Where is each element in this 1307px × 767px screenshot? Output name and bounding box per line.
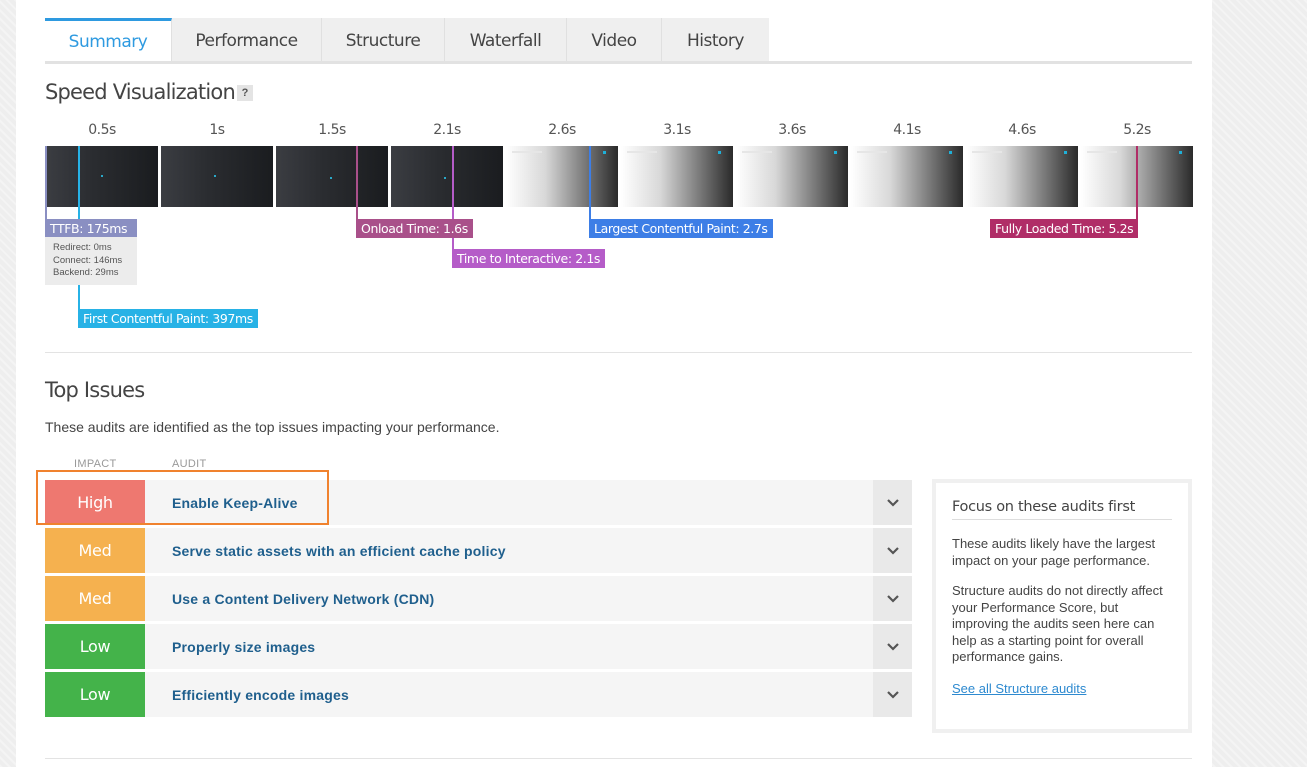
highlight-box: [36, 470, 329, 525]
section-divider: [45, 352, 1192, 353]
impact-column-header: IMPACT: [74, 458, 117, 470]
tab-underline: [45, 61, 1192, 64]
chevron-down-icon: [886, 594, 899, 603]
focus-title: Focus on these audits first: [952, 499, 1172, 520]
ttfb-detail-connect: Connect: 146ms: [53, 254, 123, 266]
impact-badge-low: Low: [45, 672, 145, 717]
onload-marker: Onload Time: 1.6s: [356, 219, 473, 238]
time-label: 1s: [209, 122, 225, 138]
fully-loaded-marker: Fully Loaded Time: 5.2s: [990, 219, 1139, 238]
filmstrip-frame[interactable]: [851, 146, 963, 207]
chevron-down-icon: [886, 642, 899, 651]
ttfb-marker: TTFB: 175ms: [45, 219, 137, 238]
filmstrip-frame[interactable]: [276, 146, 388, 207]
time-label: 0.5s: [88, 122, 116, 138]
time-label: 1.5s: [318, 122, 346, 138]
tab-bar: Summary Performance Structure Waterfall …: [45, 18, 769, 63]
filmstrip-frame[interactable]: [506, 146, 618, 207]
lcp-marker: Largest Contentful Paint: 2.7s: [589, 219, 773, 238]
time-label: 5.2s: [1123, 122, 1151, 138]
filmstrip-frame[interactable]: [621, 146, 733, 207]
focus-box: Focus on these audits first These audits…: [932, 479, 1192, 733]
filmstrip-frame[interactable]: [161, 146, 273, 207]
tab-structure[interactable]: Structure: [322, 18, 445, 63]
audit-row-size-images[interactable]: Low Properly size images: [45, 624, 912, 669]
speed-visualization-title: Speed Visualization: [45, 80, 236, 104]
audit-title[interactable]: Properly size images: [145, 624, 873, 669]
audit-row-cdn[interactable]: Med Use a Content Delivery Network (CDN): [45, 576, 912, 621]
focus-box-inner: Focus on these audits first These audits…: [936, 483, 1188, 729]
expand-button[interactable]: [873, 576, 912, 621]
filmstrip-frame[interactable]: [736, 146, 848, 207]
ttfb-detail-backend: Backend: 29ms: [53, 267, 119, 278]
fcp-marker: First Contentful Paint: 397ms: [78, 309, 258, 328]
fully-loaded-line: [1136, 146, 1138, 220]
time-label: 4.6s: [1008, 122, 1036, 138]
help-icon[interactable]: ?: [237, 85, 253, 101]
impact-badge-low: Low: [45, 624, 145, 669]
focus-paragraph: These audits likely have the largest imp…: [952, 536, 1156, 568]
section-divider: [45, 758, 1192, 759]
ttfb-detail-redirect: Redirect: 0ms: [53, 242, 112, 253]
top-issues-title: Top Issues: [45, 378, 145, 402]
tti-marker: Time to Interactive: 2.1s: [452, 249, 605, 268]
report-panel: Summary Performance Structure Waterfall …: [16, 0, 1212, 767]
tab-waterfall[interactable]: Waterfall: [445, 18, 567, 63]
top-issues-description: These audits are identified as the top i…: [45, 419, 500, 435]
filmstrip-frame[interactable]: [391, 146, 503, 207]
audit-column-header: AUDIT: [172, 458, 207, 470]
tab-performance[interactable]: Performance: [172, 18, 322, 63]
time-label: 3.6s: [778, 122, 806, 138]
time-label: 3.1s: [663, 122, 691, 138]
impact-badge-med: Med: [45, 576, 145, 621]
onload-line: [356, 146, 358, 220]
expand-button[interactable]: [873, 480, 912, 525]
audit-title[interactable]: Efficiently encode images: [145, 672, 873, 717]
chevron-down-icon: [886, 546, 899, 555]
tab-summary[interactable]: Summary: [45, 18, 172, 63]
impact-badge-med: Med: [45, 528, 145, 573]
ttfb-line: [45, 146, 47, 220]
filmstrip-frame[interactable]: [966, 146, 1078, 207]
focus-paragraph: Structure audits do not directly affect …: [952, 583, 1163, 664]
see-all-structure-audits-link[interactable]: See all Structure audits: [952, 681, 1086, 696]
expand-button[interactable]: [873, 624, 912, 669]
audit-title[interactable]: Use a Content Delivery Network (CDN): [145, 576, 873, 621]
tab-video[interactable]: Video: [567, 18, 662, 63]
time-label: 2.6s: [548, 122, 576, 138]
time-label: 4.1s: [893, 122, 921, 138]
expand-button[interactable]: [873, 672, 912, 717]
lcp-line: [589, 146, 591, 220]
chevron-down-icon: [886, 690, 899, 699]
audit-row-cache-policy[interactable]: Med Serve static assets with an efficien…: [45, 528, 912, 573]
audit-row-encode-images[interactable]: Low Efficiently encode images: [45, 672, 912, 717]
tab-history[interactable]: History: [662, 18, 769, 63]
audit-title[interactable]: Serve static assets with an efficient ca…: [145, 528, 873, 573]
chevron-down-icon: [886, 498, 899, 507]
time-label: 2.1s: [433, 122, 461, 138]
expand-button[interactable]: [873, 528, 912, 573]
filmstrip-frame[interactable]: [46, 146, 158, 207]
ttfb-details: Redirect: 0ms Connect: 146ms Backend: 29…: [45, 237, 137, 285]
